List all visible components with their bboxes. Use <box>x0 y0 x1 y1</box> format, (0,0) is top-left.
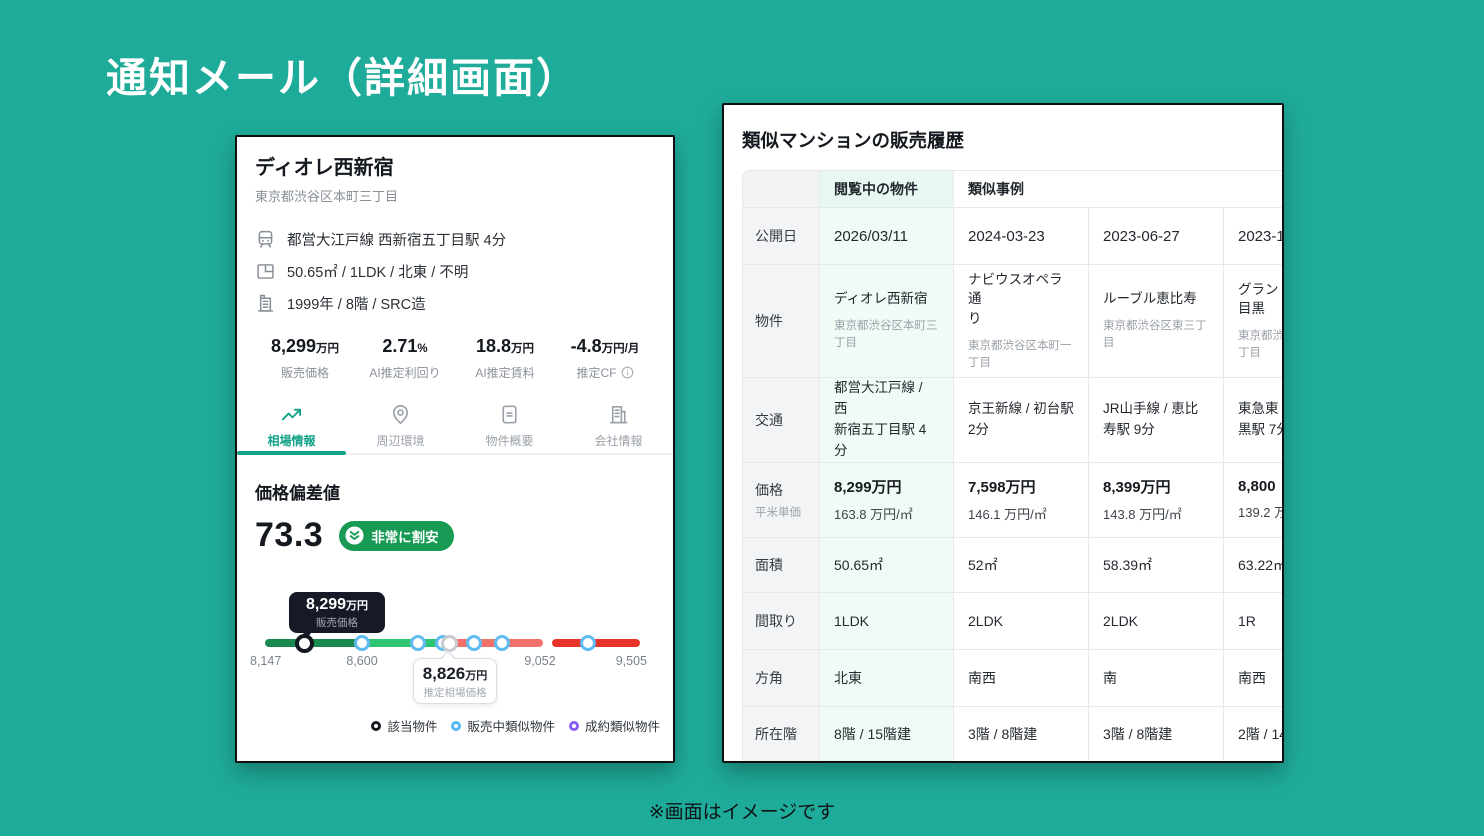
access-text: 京王新線 / 初台駅 2分 <box>968 399 1074 441</box>
table-row-price: 価格平米単価 8,299万円 163.8 万円/㎡ 7,598万円 146.1 万円… <box>742 463 1284 538</box>
row-label: 価格平米単価 <box>742 463 820 538</box>
blue-dot-icon <box>451 721 461 731</box>
layout-value: 2LDK <box>1089 593 1224 650</box>
row-sublabel: 平米単価 <box>755 504 807 520</box>
table-row-direction: 方角 北東 南西 南 南西 <box>742 650 1284 707</box>
purple-dot-icon <box>569 721 579 731</box>
history-title: 類似マンションの販売履歴 <box>742 127 1282 153</box>
slide: 通知メール（詳細画面） ディオレ西新宿 東京都渋谷区本町三丁目 都営大江戸線 西… <box>0 0 1484 836</box>
table-header-row: 閲覧中の物件 類似事例 <box>742 170 1284 208</box>
price-value: 7,598万円 <box>968 476 1074 497</box>
property-name: ナビウスオペラ通 り <box>968 270 1074 329</box>
row-label: 面積 <box>742 538 820 593</box>
header-similar-cases: 類似事例 <box>954 170 1284 208</box>
on-sale-marker[interactable] <box>354 635 370 651</box>
legend-current-property: 該当物件 <box>371 716 437 735</box>
direction-value: 南 <box>1089 650 1224 707</box>
published-date: 2023-06-27 <box>1103 228 1180 245</box>
layout-value: 2LDK <box>954 593 1089 650</box>
area-value: 52㎡ <box>954 538 1089 593</box>
property-name: ルーブル恵比寿 <box>1103 289 1209 309</box>
axis-tick: 9,505 <box>616 654 647 668</box>
row-label: 間取り <box>742 593 820 650</box>
range-segment-light-green <box>362 639 446 647</box>
black-dot-icon <box>371 721 381 731</box>
unit-price: 146.1 万円/㎡ <box>968 504 1074 523</box>
property-address: 東京都渋谷区東三丁 目 <box>1103 318 1209 353</box>
header-current-property: 閲覧中の物件 <box>820 170 954 208</box>
on-sale-marker[interactable] <box>410 635 426 651</box>
on-sale-marker[interactable] <box>494 635 510 651</box>
table-row-area: 面積 50.65㎡ 52㎡ 58.39㎡ 63.22㎡ <box>742 538 1284 593</box>
area-value: 50.65㎡ <box>820 538 954 593</box>
property-name: ディオレ西新宿 <box>834 289 939 309</box>
tooltip-label: 販売価格 <box>289 615 385 630</box>
property-address: 東京都渋谷区本町一 丁目 <box>968 338 1074 373</box>
tooltip-unit: 万円 <box>465 670 487 682</box>
axis-tick: 9,052 <box>524 654 555 668</box>
axis-tick: 8,147 <box>250 654 281 668</box>
price-range-chart: 8,299万円 販売価格 8,147 8,600 9,052 9,505 8,8… <box>237 137 673 761</box>
price-value: 8,800 <box>1238 478 1284 495</box>
row-label: 交通 <box>742 378 820 463</box>
table-row-published: 公開日 2026/03/11 2024-03-23 2023-06-27 202… <box>742 208 1284 265</box>
table-row-property: 物件 ディオレ西新宿東京都渋谷区本町三 丁目 ナビウスオペラ通 り東京都渋谷区本… <box>742 265 1284 378</box>
tooltip-unit: 万円 <box>346 600 368 612</box>
price-value: 8,299万円 <box>834 476 939 497</box>
row-label: 公開日 <box>742 208 820 265</box>
unit-price: 163.8 万円/㎡ <box>834 504 939 523</box>
table-row-floor: 所在階 8階 / 15階建 3階 / 8階建 3階 / 8階建 2階 / 14 <box>742 707 1284 763</box>
access-text: 都営大江戸線 / 西 新宿五丁目駅 4分 <box>834 378 939 462</box>
property-card: ディオレ西新宿 東京都渋谷区本町三丁目 都営大江戸線 西新宿五丁目駅 4分 50… <box>235 135 675 763</box>
property-name: グラン 目黒 <box>1238 280 1284 319</box>
price-value: 8,399万円 <box>1103 476 1209 497</box>
axis-tick: 8,600 <box>346 654 377 668</box>
market-price-tooltip: 8,826万円 推定相場価格 <box>413 658 497 704</box>
row-label: 方角 <box>742 650 820 707</box>
sale-price-tooltip: 8,299万円 販売価格 <box>289 592 385 633</box>
direction-value: 北東 <box>820 650 954 707</box>
chart-legend: 該当物件 販売中類似物件 成約類似物件 <box>371 716 660 735</box>
floor-value: 2階 / 14 <box>1224 707 1284 763</box>
published-date: 2023-1 <box>1238 228 1284 245</box>
floor-value: 8階 / 15階建 <box>820 707 954 763</box>
page-title: 通知メール（詳細画面） <box>106 44 579 104</box>
direction-value: 南西 <box>1224 650 1284 707</box>
table-row-access: 交通 都営大江戸線 / 西 新宿五丁目駅 4分 京王新線 / 初台駅 2分 JR… <box>742 378 1284 463</box>
direction-value: 南西 <box>954 650 1089 707</box>
tooltip-value: 8,826 <box>423 664 466 683</box>
access-text: 東急東 黒駅 7分 <box>1238 399 1284 441</box>
access-text: JR山手線 / 恵比 寿駅 9分 <box>1103 399 1209 441</box>
layout-value: 1LDK <box>820 593 954 650</box>
table-row-layout: 間取り 1LDK 2LDK 2LDK 1R <box>742 593 1284 650</box>
property-address: 東京都渋谷区本町三 丁目 <box>834 318 939 353</box>
range-segment-red <box>552 639 640 647</box>
published-date: 2024-03-23 <box>968 228 1045 245</box>
legend-sold: 成約類似物件 <box>569 716 660 735</box>
area-value: 58.39㎡ <box>1089 538 1224 593</box>
header-empty-cell <box>742 170 820 208</box>
property-address: 東京都渋 丁目 <box>1238 328 1284 363</box>
layout-value: 1R <box>1224 593 1284 650</box>
area-value: 63.22㎡ <box>1224 538 1284 593</box>
row-label: 所在階 <box>742 707 820 763</box>
tooltip-value: 8,299 <box>306 596 346 613</box>
legend-on-sale: 販売中類似物件 <box>451 716 555 735</box>
on-sale-marker[interactable] <box>466 635 482 651</box>
unit-price: 143.8 万円/㎡ <box>1103 504 1209 523</box>
unit-price: 139.2 万 <box>1238 502 1284 521</box>
published-date: 2026/03/11 <box>834 228 908 245</box>
row-label: 物件 <box>742 265 820 378</box>
history-table: 閲覧中の物件 類似事例 公開日 2026/03/11 2024-03-23 20… <box>742 170 1284 763</box>
history-card: 類似マンションの販売履歴 閲覧中の物件 類似事例 公開日 2026/03/11 … <box>722 103 1284 763</box>
tooltip-label: 推定相場価格 <box>414 685 496 700</box>
floor-value: 3階 / 8階建 <box>954 707 1089 763</box>
image-disclaimer: ※画面はイメージです <box>0 797 1484 824</box>
floor-value: 3階 / 8階建 <box>1089 707 1224 763</box>
on-sale-marker[interactable] <box>580 635 596 651</box>
